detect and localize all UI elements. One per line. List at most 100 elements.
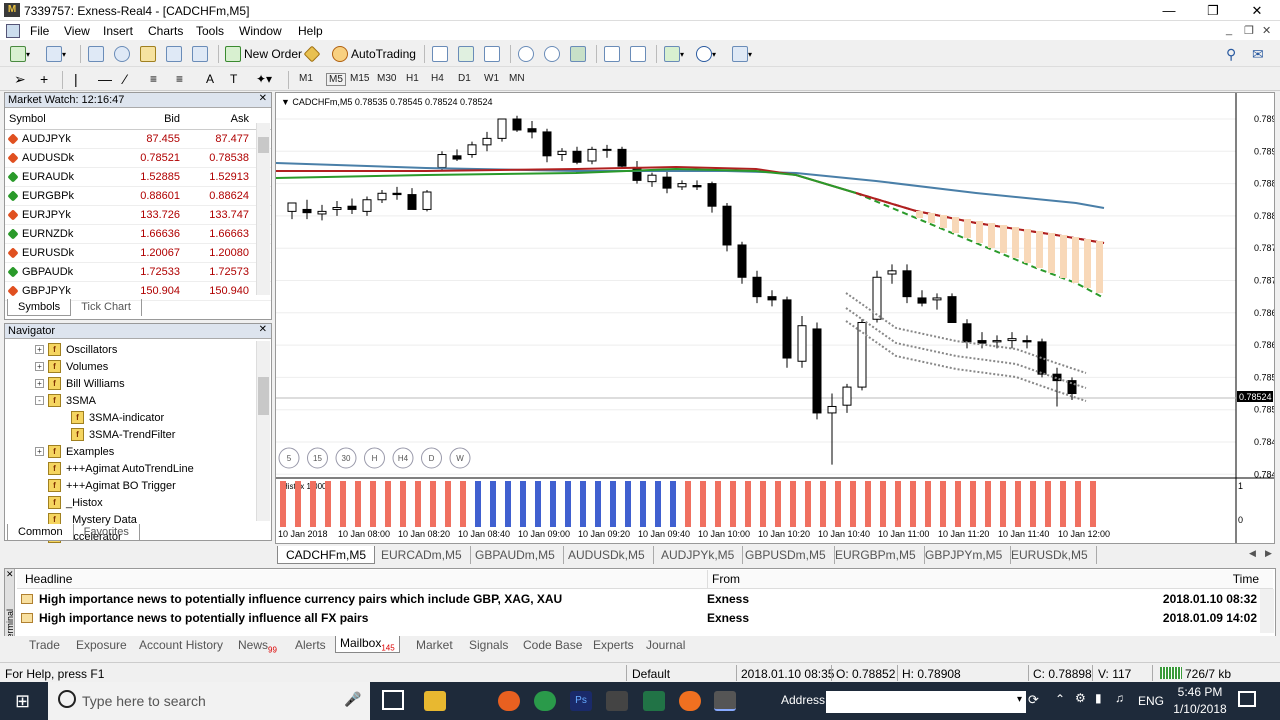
clock-date[interactable]: 1/10/2018	[1170, 702, 1230, 716]
expand-icon[interactable]: +	[35, 447, 44, 456]
tab-symbols[interactable]: Symbols	[7, 299, 72, 316]
col-ask[interactable]: Ask	[183, 108, 253, 129]
calculator-icon[interactable]	[606, 691, 628, 711]
col-headline[interactable]: Headline	[25, 570, 72, 589]
expand-icon[interactable]: +	[35, 379, 44, 388]
navigator-item[interactable]: f 3SMA-indicator	[71, 409, 164, 426]
menu-file[interactable]: File	[30, 24, 49, 38]
new-chart-icon[interactable]: ▾	[10, 44, 30, 64]
zoom-out-icon[interactable]	[544, 44, 560, 64]
tab-chart[interactable]: CADCHFm,M5	[277, 546, 375, 564]
periods-icon[interactable]: ▾	[696, 44, 716, 64]
navigator-item[interactable]: + f Volumes	[35, 358, 108, 375]
navigator-item[interactable]: f 3SMA-TrendFilter	[71, 426, 175, 443]
tab-chart[interactable]: AUDUSDk,M5	[560, 546, 654, 564]
windows-start-icon[interactable]: ⊞	[15, 691, 30, 712]
menu-view[interactable]: View	[64, 24, 90, 38]
col-from[interactable]: From	[707, 570, 740, 589]
autoscroll-icon[interactable]	[604, 44, 620, 64]
text-label-icon[interactable]: T	[230, 69, 237, 89]
autotrading-button[interactable]: AutoTrading	[332, 44, 416, 64]
indicators-icon[interactable]: ▾	[664, 44, 684, 64]
metaeditor-icon[interactable]	[303, 44, 321, 64]
navigator-item[interactable]: + f Examples	[35, 443, 114, 460]
line-chart-icon[interactable]	[484, 44, 500, 64]
language-indicator[interactable]: ENG	[1138, 694, 1164, 708]
tf-d1-button[interactable]: D1	[458, 73, 471, 84]
candlestick-icon[interactable]	[458, 44, 474, 64]
shapes-icon[interactable]: ✦▾	[256, 69, 272, 89]
tab-mailbox[interactable]: Mailbox145	[335, 636, 400, 654]
mdi-close-icon[interactable]: ✕	[1262, 24, 1271, 37]
tab-alerts[interactable]: Alerts	[295, 638, 326, 652]
zoom-in-icon[interactable]	[518, 44, 534, 64]
market-watch-icon[interactable]	[88, 44, 104, 64]
tab-code-base[interactable]: Code Base	[523, 638, 582, 652]
menu-help[interactable]: Help	[298, 24, 323, 38]
market-watch-row[interactable]: EURAUDk 1.52885 1.52913	[5, 168, 271, 187]
list-item[interactable]: High importance news to potentially infl…	[17, 590, 1273, 609]
navigator-item[interactable]: f +++Agimat AutoTrendLine	[35, 460, 194, 477]
tray-chevron-icon[interactable]: ⌃	[1055, 692, 1065, 706]
search-icon[interactable]: ⚲	[1226, 44, 1236, 64]
close-icon[interactable]: ✕	[259, 324, 267, 335]
horizontal-line-icon[interactable]: —	[98, 69, 112, 89]
chat-icon[interactable]: ✉	[1252, 44, 1264, 64]
close-icon[interactable]: ✕	[259, 93, 267, 104]
terminal-scrollbar[interactable]	[1260, 589, 1274, 633]
photoshop-icon[interactable]: Ps	[570, 691, 592, 711]
tab-news[interactable]: News99	[238, 638, 277, 654]
tab-scroll-right-icon[interactable]: ▶	[1265, 548, 1272, 559]
market-watch-row[interactable]: EURGBPk 0.88601 0.88624	[5, 187, 271, 206]
list-item[interactable]: High importance news to potentially infl…	[17, 609, 1273, 628]
menu-tools[interactable]: Tools	[196, 24, 224, 38]
tile-windows-icon[interactable]	[570, 44, 586, 64]
tf-m15-button[interactable]: M15	[350, 73, 369, 84]
navigator-item[interactable]: - f 3SMA	[35, 392, 96, 409]
chart-app-icon[interactable]	[679, 691, 701, 711]
refresh-icon[interactable]: ⟳	[1028, 692, 1039, 708]
col-bid[interactable]: Bid	[113, 108, 183, 129]
clock-time[interactable]: 5:46 PM	[1172, 685, 1228, 699]
market-watch-row[interactable]: EURJPYk 133.726 133.747	[5, 206, 271, 225]
crosshair-icon[interactable]: +	[40, 69, 48, 89]
tab-tick-chart[interactable]: Tick Chart	[71, 299, 142, 316]
tab-signals[interactable]: Signals	[469, 638, 508, 652]
mdi-restore-icon[interactable]: ❐	[1244, 24, 1254, 37]
menu-insert[interactable]: Insert	[103, 24, 133, 38]
doc-icon[interactable]	[6, 24, 20, 38]
navigator-item[interactable]: f +++Agimat BO Trigger	[35, 477, 176, 494]
microphone-icon[interactable]: 🎤	[344, 691, 361, 708]
col-symbol[interactable]: Symbol	[5, 108, 113, 129]
market-watch-row[interactable]: AUDUSDk 0.78521 0.78538	[5, 149, 271, 168]
navigator-icon[interactable]	[140, 44, 156, 64]
list-item-partial[interactable]	[17, 628, 1273, 636]
market-watch-scrollbar[interactable]	[256, 123, 270, 295]
bar-chart-icon[interactable]	[432, 44, 448, 64]
tab-trade[interactable]: Trade	[29, 638, 60, 652]
metatrader-icon[interactable]	[714, 691, 736, 711]
minimize-button[interactable]: —	[1147, 0, 1191, 21]
close-icon[interactable]: ✕	[6, 569, 14, 580]
navigator-item[interactable]: f _Histox	[35, 494, 103, 511]
vertical-line-icon[interactable]: |	[74, 69, 78, 89]
navigator-item[interactable]: + f Oscillators	[35, 341, 117, 358]
tab-chart[interactable]: EURGBPm,M5	[827, 546, 925, 564]
templates-icon[interactable]: ▾	[732, 44, 752, 64]
expand-icon[interactable]: +	[35, 362, 44, 371]
menu-window[interactable]: Window	[239, 24, 282, 38]
navigator-scrollbar[interactable]	[256, 341, 270, 521]
tab-journal[interactable]: Journal	[646, 638, 685, 652]
expand-icon[interactable]: +	[35, 345, 44, 354]
navigator-item[interactable]: + f Bill Williams	[35, 375, 125, 392]
price-chart[interactable]: 0.78955 0.78905 0.78855 0.78805 0.78755 0.787…	[275, 93, 1280, 543]
chart-window[interactable]: 0.78955 0.78905 0.78855 0.78805 0.78755 0.787…	[275, 92, 1280, 544]
tab-market[interactable]: Market	[416, 638, 453, 652]
terminal-icon[interactable]	[166, 44, 182, 64]
tf-h4-button[interactable]: H4	[431, 73, 444, 84]
col-time[interactable]: Time	[1233, 570, 1259, 589]
maximize-button[interactable]: ❐	[1191, 0, 1235, 21]
strategy-tester-icon[interactable]	[192, 44, 208, 64]
data-window-icon[interactable]	[114, 44, 130, 64]
excel-icon[interactable]	[643, 691, 665, 711]
